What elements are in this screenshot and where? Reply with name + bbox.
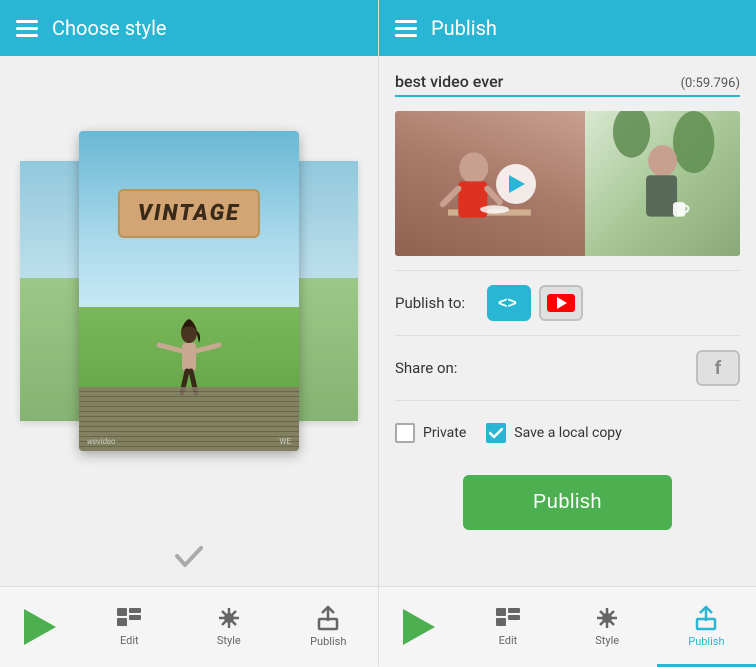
active-indicator [657, 664, 756, 667]
wevideo-platform-btn[interactable]: <> [487, 285, 531, 321]
left-nav-style[interactable]: Style [179, 587, 278, 667]
divider-1 [395, 270, 740, 271]
publish-icon [317, 605, 339, 631]
checkmark-area [0, 526, 378, 586]
private-checkbox[interactable] [395, 423, 415, 443]
right-menu-icon[interactable] [395, 20, 417, 37]
publish-to-row: Publish to: <> [395, 285, 740, 321]
right-nav-publish-label: Publish [688, 635, 724, 648]
left-nav-edit-label: Edit [120, 634, 139, 647]
thumbnail-left [395, 111, 585, 256]
publish-btn-area: Publish [395, 475, 740, 530]
watermark-right: WE [279, 437, 291, 446]
checkmark-icon [489, 428, 503, 439]
publish-button[interactable]: Publish [463, 475, 672, 530]
divider-2 [395, 335, 740, 336]
poster-main: VINTAGE [79, 131, 299, 451]
left-header: Choose style [0, 0, 378, 56]
publish-content: best video ever (0:59.796) [379, 56, 756, 586]
selected-checkmark [171, 538, 207, 574]
divider-3 [395, 400, 740, 401]
video-play-button[interactable] [496, 164, 536, 204]
left-panel: Choose style VINTAGE [0, 0, 378, 666]
left-bottom-nav: Edit Style Publish [0, 586, 378, 666]
private-label: Private [423, 425, 466, 441]
right-nav-publish[interactable]: Publish [657, 587, 756, 667]
left-panel-title: Choose style [52, 16, 167, 40]
right-style-icon [594, 606, 620, 630]
save-copy-checkbox[interactable] [486, 423, 506, 443]
left-nav-publish[interactable]: Publish [279, 587, 378, 667]
left-nav: Edit Style Publish [0, 587, 378, 667]
options-row: Private Save a local copy [395, 415, 740, 451]
style-icon [216, 606, 242, 630]
right-header: Publish [379, 0, 756, 56]
edit-icon [115, 606, 143, 630]
right-publish-icon [695, 605, 717, 631]
right-edit-icon [494, 606, 522, 630]
style-chooser-content: VINTAGE [0, 56, 378, 526]
right-nav-play[interactable] [379, 587, 458, 667]
video-thumbnail[interactable] [395, 111, 740, 256]
right-nav: Edit Style Publish [379, 587, 756, 667]
right-bottom-nav: Edit Style Publish [379, 586, 756, 666]
thumbnail-right [585, 111, 740, 256]
facebook-icon: f [715, 358, 721, 379]
video-title: best video ever [395, 72, 503, 91]
platform-buttons: <> [487, 285, 583, 321]
save-copy-label: Save a local copy [514, 425, 621, 441]
right-nav-style[interactable]: Style [558, 587, 657, 667]
share-row: Share on: f [395, 350, 740, 386]
play-button-icon[interactable] [18, 605, 62, 649]
save-copy-option[interactable]: Save a local copy [486, 423, 621, 443]
watermark-left: wevideo [87, 437, 115, 446]
right-panel: Publish best video ever (0:59.796) [378, 0, 756, 666]
right-panel-title: Publish [431, 16, 497, 40]
video-duration: (0:59.796) [681, 76, 740, 91]
private-option[interactable]: Private [395, 423, 466, 443]
right-nav-edit-label: Edit [499, 634, 518, 647]
youtube-platform-btn[interactable] [539, 285, 583, 321]
right-nav-style-label: Style [595, 634, 619, 647]
video-title-row: best video ever (0:59.796) [395, 72, 740, 97]
right-nav-edit[interactable]: Edit [458, 587, 557, 667]
left-nav-play[interactable] [0, 587, 80, 667]
left-nav-style-label: Style [217, 634, 241, 647]
poster-sign: VINTAGE [118, 189, 260, 238]
wevideo-icon: <> [496, 293, 522, 313]
share-on-label: Share on: [395, 359, 475, 377]
svg-text:<>: <> [498, 295, 517, 312]
youtube-icon [547, 294, 575, 312]
left-nav-edit[interactable]: Edit [80, 587, 179, 667]
poster-sign-text: VINTAGE [138, 201, 240, 226]
menu-icon[interactable] [16, 20, 38, 37]
right-play-icon[interactable] [397, 605, 441, 649]
left-nav-publish-label: Publish [310, 635, 346, 648]
facebook-share-btn[interactable]: f [696, 350, 740, 386]
poster-main-container[interactable]: VINTAGE [79, 131, 299, 451]
publish-to-label: Publish to: [395, 294, 475, 312]
